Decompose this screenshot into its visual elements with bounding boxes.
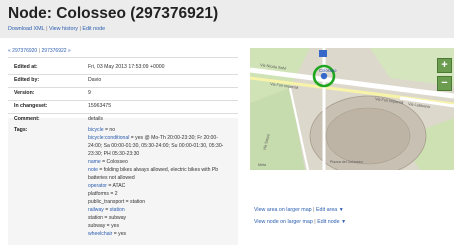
- colosseum-inner: [325, 107, 411, 165]
- next-node-link[interactable]: 297376922 »: [42, 48, 71, 54]
- divider: [8, 113, 238, 114]
- separator: |: [38, 48, 41, 54]
- tag-key-link[interactable]: bicycle: [88, 127, 104, 133]
- detail-label: Comment:: [14, 116, 40, 122]
- view-history-link[interactable]: View history: [49, 26, 78, 32]
- detail-value: details: [88, 116, 103, 122]
- detail-value: Fri, 03 May 2013 17:53:09 +0000: [88, 64, 165, 70]
- tag-value: station = subway: [88, 215, 127, 221]
- divider: [8, 57, 238, 58]
- edit-node-map-link[interactable]: Edit node: [317, 219, 339, 225]
- dropdown-arrow-icon[interactable]: ▼: [339, 207, 344, 213]
- detail-label: Edited by:: [14, 77, 40, 83]
- map-node-links: View node on larger map | Edit node ▼: [254, 219, 346, 225]
- tag-line: 24:00; Sa 00:00-01:30, 05:30-24:00; Su 0…: [88, 143, 223, 149]
- map-area-links: View area on larger map | Edit area ▼: [254, 207, 344, 213]
- page-header: Node: Colosseo (297376921) Download XML |…: [0, 0, 454, 38]
- tag-value: = no: [103, 127, 116, 133]
- edit-area-link[interactable]: Edit area: [316, 207, 337, 213]
- tag-value: public_transport = station: [88, 199, 146, 205]
- tag-line: note = folding bikes always allowed, ele…: [88, 167, 218, 173]
- separator: |: [46, 26, 48, 32]
- tag-line: wheelchair = yes: [88, 231, 126, 237]
- tag-value: 24:00; Sa 00:00-01:30, 05:30-24:00; Su 0…: [88, 143, 224, 149]
- tag-value: = ATAC: [106, 183, 126, 189]
- tags-label: Tags:: [14, 127, 28, 133]
- tag-line: name = Colosseo: [88, 159, 128, 165]
- page-title: Node: Colosseo (297376921): [8, 5, 219, 22]
- tag-key-link[interactable]: bicycle:conditional: [88, 135, 129, 141]
- tag-value: = Colosseo: [100, 159, 128, 165]
- detail-label: Edited at:: [14, 64, 38, 70]
- detail-value: 9: [88, 90, 91, 96]
- tag-key-link[interactable]: railway: [88, 207, 104, 213]
- download-xml-link[interactable]: Download XML: [8, 26, 45, 32]
- detail-label: In changeset:: [14, 103, 48, 109]
- prev-node-link[interactable]: « 297376920: [8, 48, 37, 54]
- divider: [8, 100, 238, 101]
- edit-node-link[interactable]: Edit node: [82, 26, 105, 32]
- view-area-larger-map-link[interactable]: View area on larger map: [254, 207, 312, 213]
- tag-value: = yes @ Mo-Th 20:00-23:30; Fr 20:00-: [129, 135, 218, 141]
- zoom-out-button[interactable]: −: [437, 76, 452, 91]
- map-view[interactable]: Colosseo Via Nicola Salvi Via Fori Imper…: [250, 48, 454, 170]
- node-point: [320, 72, 328, 80]
- tag-key-link[interactable]: operator: [88, 183, 107, 189]
- tag-line: public_transport = station: [88, 199, 145, 205]
- header-links: Download XML | View history | Edit node: [8, 26, 105, 32]
- metro-icon: [319, 50, 327, 57]
- map-label-meta: Meta: [258, 163, 266, 167]
- map-label-piazza: Piazza del Colosseo: [330, 160, 363, 164]
- zoom-in-button[interactable]: +: [437, 58, 452, 73]
- tag-value: = yes: [112, 231, 127, 237]
- tag-value: = folding bikes always allowed, electric…: [97, 167, 219, 173]
- tag-line: bicycle = no: [88, 127, 115, 133]
- editor-link[interactable]: Davio: [88, 77, 101, 83]
- changeset-link[interactable]: 15963475: [88, 103, 111, 109]
- separator: |: [314, 219, 316, 225]
- view-node-larger-map-link[interactable]: View node on larger map: [254, 219, 313, 225]
- tag-line: operator = ATAC: [88, 183, 125, 189]
- tag-line: platforms = 2: [88, 191, 118, 197]
- tag-key-link[interactable]: name: [88, 159, 101, 165]
- tag-line: subway = yes: [88, 223, 119, 229]
- tag-value: batteries not allowed: [88, 175, 135, 181]
- map-label-colosseo: Colosseo: [319, 68, 337, 73]
- divider: [8, 74, 238, 75]
- tag-line: batteries not allowed: [88, 175, 135, 181]
- tag-line: railway = station: [88, 207, 125, 213]
- tag-line: 23:30; PH 05:30-23:30: [88, 151, 139, 157]
- tag-key-link[interactable]: note: [88, 167, 98, 173]
- separator: |: [313, 207, 315, 213]
- map-canvas[interactable]: Colosseo Via Nicola Salvi Via Fori Imper…: [250, 48, 454, 170]
- tag-line: station = subway: [88, 215, 126, 221]
- tag-value: subway = yes: [88, 223, 120, 229]
- separator: |: [79, 26, 81, 32]
- tag-line: bicycle:conditional = yes @ Mo-Th 20:00-…: [88, 135, 218, 141]
- dropdown-arrow-icon[interactable]: ▼: [341, 219, 346, 225]
- divider: [8, 87, 238, 88]
- detail-label: Version:: [14, 90, 35, 96]
- tag-key-link[interactable]: wheelchair: [88, 231, 112, 237]
- tag-value-link[interactable]: station: [110, 207, 125, 213]
- tag-value: platforms = 2: [88, 191, 118, 197]
- node-nav: « 297376920 | 297376922 »: [8, 48, 71, 54]
- tag-value: 23:30; PH 05:30-23:30: [88, 151, 140, 157]
